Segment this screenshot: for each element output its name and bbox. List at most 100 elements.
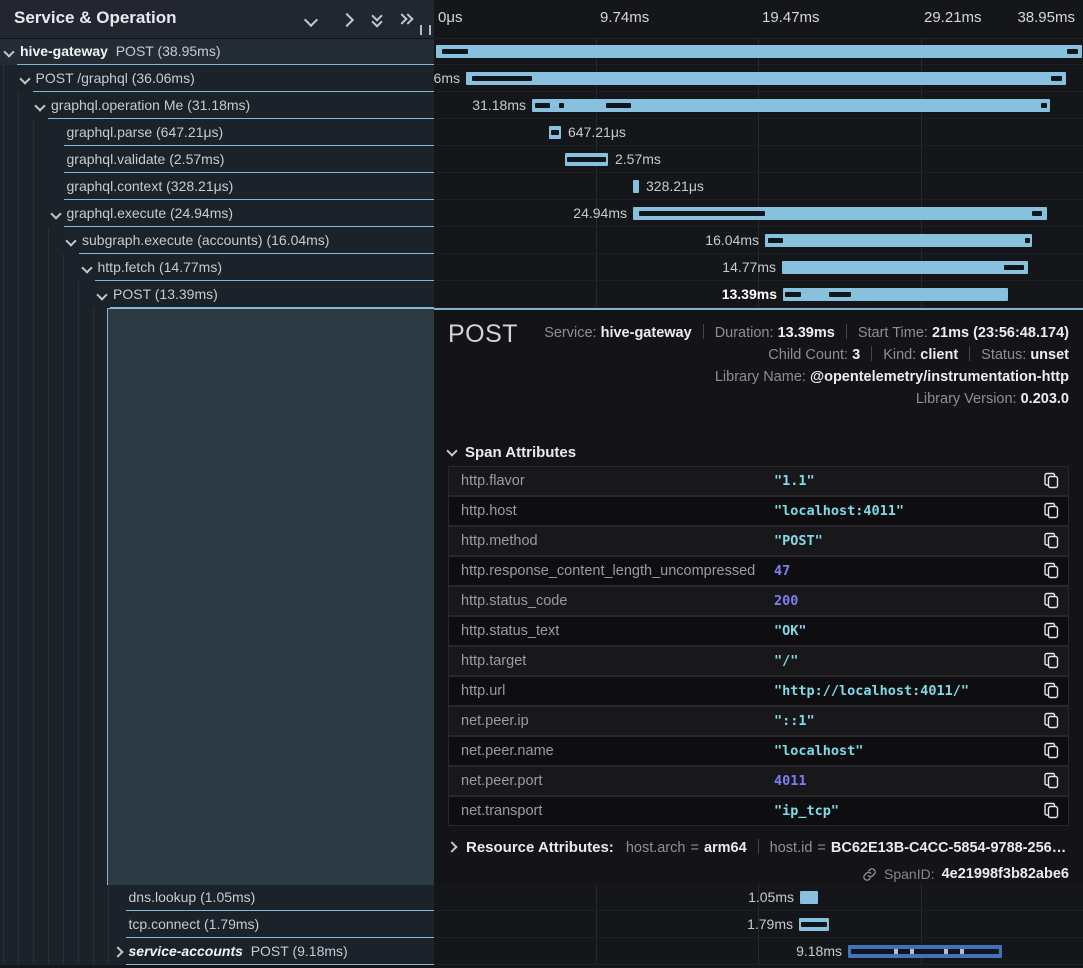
timeline-row[interactable]: 1.79ms	[434, 911, 1083, 938]
span-bar[interactable]	[565, 153, 608, 166]
chevron-down-icon[interactable]	[19, 73, 30, 84]
copy-value-button[interactable]	[1042, 562, 1060, 580]
timeline-row[interactable]: 647.21μs	[434, 119, 1083, 146]
span-tree-row[interactable]: graphql.execute (24.94ms)	[0, 200, 434, 227]
timeline-row[interactable]: 24.94ms	[434, 200, 1083, 227]
child-span-segment	[1051, 76, 1062, 81]
span-bar[interactable]	[782, 261, 1028, 274]
span-bar[interactable]	[783, 288, 1008, 301]
copy-value-button[interactable]	[1042, 472, 1060, 490]
copy-value-button[interactable]	[1042, 712, 1060, 730]
double-chevron-down-icon[interactable]	[370, 12, 390, 28]
meta-label: Status:	[981, 347, 1030, 363]
resource-attributes-row[interactable]: Resource Attributes:host.arch=arm64host.…	[448, 838, 1066, 858]
chevron-down-icon[interactable]	[3, 46, 14, 57]
copy-value-button[interactable]	[1042, 532, 1060, 550]
attribute-row: http.url"http://localhost:4011/"	[449, 677, 1068, 705]
chevron-down-icon[interactable]	[65, 235, 76, 246]
child-span-segment	[768, 238, 783, 243]
span-bar[interactable]	[799, 918, 829, 931]
span-attributes-header[interactable]: Span Attributes	[448, 444, 576, 461]
copy-value-button[interactable]	[1042, 592, 1060, 610]
attribute-key: http.method	[461, 527, 538, 555]
span-bar[interactable]	[765, 234, 1032, 247]
link-icon[interactable]	[862, 867, 877, 882]
span-tree-row[interactable]: graphql.context (328.21μs)	[0, 173, 434, 200]
attribute-key: net.peer.port	[461, 767, 542, 795]
span-bar[interactable]	[466, 72, 1066, 85]
span-bar[interactable]	[549, 126, 561, 139]
resource-separator	[758, 839, 759, 854]
chevron-right-icon[interactable]	[342, 12, 362, 28]
copy-value-button[interactable]	[1042, 652, 1060, 670]
span-tree-row[interactable]: graphql.validate (2.57ms)	[0, 146, 434, 173]
span-attributes-title: Span Attributes	[465, 444, 576, 461]
copy-value-button[interactable]	[1042, 622, 1060, 640]
span-row-label: graphql.parse (647.21μs)	[67, 119, 224, 146]
span-tree-row[interactable]: dns.lookup (1.05ms)	[0, 884, 434, 911]
timeline-row[interactable]: 328.21μs	[434, 173, 1083, 200]
attribute-value: "localhost:4011"	[774, 497, 904, 525]
timeline-header: 0μs9.74ms19.47ms29.21ms38.95ms	[434, 0, 1083, 39]
copy-icon	[1044, 592, 1059, 609]
chevron-down-icon[interactable]	[306, 12, 326, 28]
timeline-row[interactable]: 2.57ms	[434, 146, 1083, 173]
span-tree-row[interactable]: POST /graphql (36.06ms)	[0, 65, 434, 92]
child-span-segment	[567, 157, 606, 162]
operation-name: graphql.validate (2.57ms)	[67, 151, 225, 167]
timeline-row[interactable]: 1.05ms	[434, 884, 1083, 911]
resource-value: arm64	[704, 840, 747, 856]
duration-label: 328.21μs	[646, 173, 766, 200]
double-chevron-right-icon[interactable]	[398, 12, 418, 28]
copy-value-button[interactable]	[1042, 802, 1060, 820]
chevron-down-icon[interactable]	[81, 262, 92, 273]
copy-value-button[interactable]	[1042, 502, 1060, 520]
copy-value-button[interactable]	[1042, 682, 1060, 700]
attribute-value: "1.1"	[774, 467, 815, 495]
copy-value-button[interactable]	[1042, 772, 1060, 790]
timeline-row[interactable]: 14.77ms	[434, 254, 1083, 281]
span-tree-row[interactable]: POST (13.39ms)	[0, 281, 434, 308]
chevron-down-icon[interactable]	[50, 208, 61, 219]
meta-label: Service:	[544, 325, 600, 341]
timeline-row[interactable]: 36.06ms	[434, 65, 1083, 92]
meta-label: Library Version:	[916, 391, 1021, 407]
duration-label: 14.77ms	[656, 254, 776, 281]
child-span-segment	[442, 49, 468, 54]
span-tree-row[interactable]: hive-gateway POST (38.95ms)	[0, 38, 434, 65]
copy-value-button[interactable]	[1042, 742, 1060, 760]
span-tree-row[interactable]: http.fetch (14.77ms)	[0, 254, 434, 281]
span-tree-row[interactable]: graphql.operation Me (31.18ms)	[0, 92, 434, 119]
attribute-row: net.transport"ip_tcp"	[449, 797, 1068, 825]
meta-value: 13.39ms	[778, 325, 835, 341]
timeline-row[interactable]: 13.39ms	[434, 281, 1083, 308]
timeline-row[interactable]: 9.18ms	[434, 938, 1083, 965]
span-tree-row[interactable]: service-accounts POST (9.18ms)	[0, 938, 434, 965]
timeline-row[interactable]: 38.95ms	[434, 38, 1083, 65]
span-bar[interactable]	[848, 945, 1002, 958]
span-tree-row[interactable]: subgraph.execute (accounts) (16.04ms)	[0, 227, 434, 254]
meta-value: 0.203.0	[1021, 391, 1069, 407]
chevron-down-icon[interactable]	[34, 100, 45, 111]
copy-icon	[1044, 802, 1059, 819]
timeline-row[interactable]: 31.18ms	[434, 92, 1083, 119]
span-bar[interactable]	[800, 891, 818, 904]
span-row-label: graphql.validate (2.57ms)	[67, 146, 225, 173]
chevron-down-icon[interactable]	[96, 289, 107, 300]
span-tree-row[interactable]: tcp.connect (1.79ms)	[0, 911, 434, 938]
span-bar[interactable]	[532, 99, 1050, 112]
attribute-value: "::1"	[774, 707, 815, 735]
column-resizer-handle[interactable]	[420, 25, 431, 35]
child-span-segment	[1004, 265, 1024, 270]
span-event-dot	[944, 949, 948, 954]
span-event-dot	[910, 949, 914, 954]
span-bar[interactable]	[436, 45, 1082, 58]
timeline-row[interactable]: 16.04ms	[434, 227, 1083, 254]
meta-separator	[703, 324, 704, 339]
chevron-right-icon[interactable]	[112, 946, 123, 957]
span-bar[interactable]	[633, 180, 639, 193]
span-bar[interactable]	[633, 207, 1047, 220]
copy-icon	[1044, 772, 1059, 789]
span-tree-row[interactable]: graphql.parse (647.21μs)	[0, 119, 434, 146]
span-id-label: SpanID:	[884, 866, 935, 882]
